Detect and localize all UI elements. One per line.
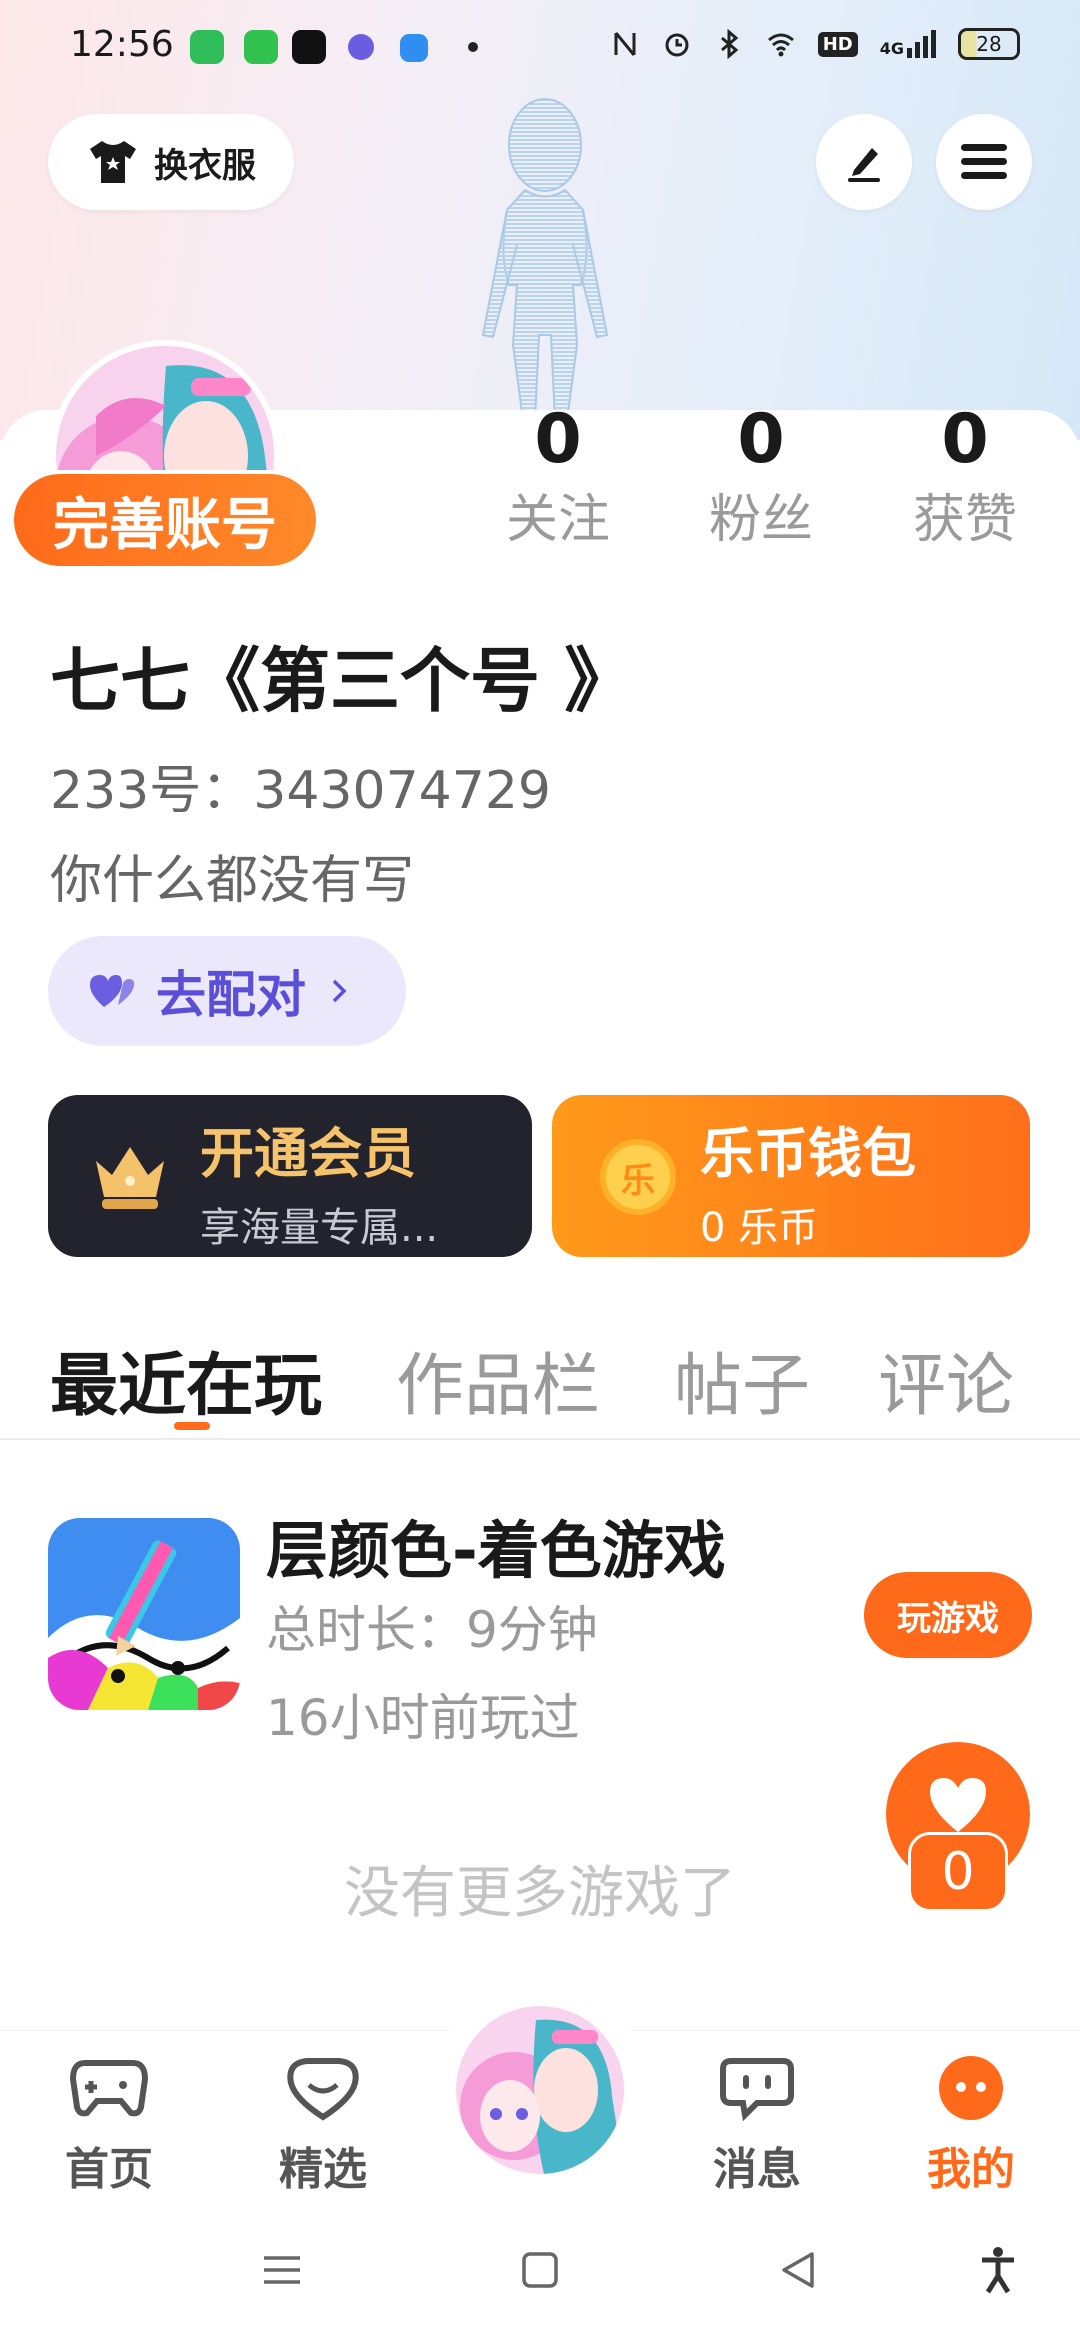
- profile-stats: 0 关注 0 粉丝 0 获赞: [0, 395, 1080, 575]
- wardrobe-button[interactable]: 换衣服: [48, 114, 294, 210]
- hearts-icon: [90, 975, 135, 1007]
- app-notification-icon: [348, 34, 374, 60]
- game-last-played: 16小时前玩过: [266, 1689, 580, 1747]
- center-avatar-button[interactable]: [456, 2006, 624, 2174]
- app-notification-icon: [400, 34, 428, 62]
- tshirt-icon: [90, 141, 136, 183]
- status-bar: 12:56 HD 4G 28: [0, 0, 1080, 96]
- wardrobe-label: 换衣服: [154, 145, 256, 186]
- menu-button[interactable]: [936, 114, 1032, 210]
- wifi-icon: [767, 33, 794, 57]
- nav-featured[interactable]: 精选: [258, 2055, 388, 2197]
- game-title[interactable]: 层颜色-着色游戏: [266, 1500, 726, 1590]
- status-icons: HD 4G 28: [610, 28, 1020, 60]
- recent-apps-icon[interactable]: [262, 2250, 302, 2290]
- floating-like-count: 0: [908, 1832, 1008, 1912]
- play-game-button[interactable]: 玩游戏: [864, 1572, 1032, 1658]
- heart-chat-icon: [287, 2058, 359, 2121]
- game-total-duration: 总时长：9分钟: [266, 1601, 598, 1659]
- followers-count: 0: [737, 400, 785, 479]
- battery-indicator: 28: [958, 28, 1020, 60]
- message-icon: [720, 2058, 794, 2122]
- vip-subtitle: 享海量专属...: [200, 1205, 439, 1251]
- hd-indicator: HD: [817, 31, 858, 57]
- accessibility-icon[interactable]: [978, 2246, 1018, 2294]
- wechat-notification-icon: [190, 30, 224, 64]
- avatar-3d-figure: [455, 95, 635, 425]
- game-icon[interactable]: [48, 1518, 240, 1710]
- chevron-right-icon: [332, 979, 347, 1003]
- tab-recently-played[interactable]: 最近在玩: [50, 1330, 322, 1429]
- tab-works[interactable]: 作品栏: [396, 1330, 600, 1429]
- user-id[interactable]: 233号：343074729: [50, 748, 551, 823]
- vip-title: 开通会员: [200, 1122, 416, 1185]
- match-button[interactable]: 去配对: [48, 936, 406, 1046]
- active-tab-indicator: [174, 1422, 210, 1430]
- followers-label: 粉丝: [708, 490, 813, 550]
- match-label: 去配对: [156, 966, 306, 1024]
- wallet-balance: 0 乐币: [700, 1205, 819, 1251]
- nickname: 七七《第三个号 》: [50, 640, 635, 722]
- app-notification-icon: [244, 30, 278, 64]
- bio: 你什么都没有写: [50, 851, 415, 911]
- followers-stat[interactable]: 0 粉丝: [686, 395, 836, 555]
- crown-icon: [96, 1147, 164, 1209]
- coin-wallet-card[interactable]: 乐 乐币钱包 0 乐币: [552, 1095, 1030, 1257]
- network-indicator: 4G: [880, 30, 936, 58]
- home-icon[interactable]: [520, 2250, 560, 2290]
- nav-profile-label: 我的: [927, 2144, 1015, 2195]
- more-notifications-icon: [468, 42, 478, 52]
- vip-membership-card[interactable]: 开通会员 享海量专属...: [48, 1095, 532, 1257]
- coin-icon: 乐: [600, 1139, 676, 1215]
- gamepad-icon: [69, 2060, 149, 2117]
- following-label: 关注: [505, 490, 610, 550]
- likes-count: 0: [941, 400, 989, 479]
- profile-face-icon: [939, 2056, 1003, 2120]
- edit-profile-button[interactable]: [816, 114, 912, 210]
- wallet-title: 乐币钱包: [700, 1122, 916, 1185]
- tab-comments[interactable]: 评论: [878, 1330, 1014, 1429]
- status-time: 12:56: [70, 24, 174, 65]
- alarm-icon: [665, 33, 689, 57]
- likes-stat[interactable]: 0 获赞: [890, 395, 1040, 555]
- tiktok-notification-icon: [292, 30, 326, 64]
- following-count: 0: [534, 400, 582, 479]
- system-navigation-bar: [0, 2210, 1080, 2340]
- hamburger-menu-icon: [961, 144, 1007, 179]
- bluetooth-icon: [720, 29, 739, 59]
- nav-messages-label: 消息: [713, 2144, 801, 2195]
- tab-posts[interactable]: 帖子: [674, 1330, 810, 1429]
- profile-tabs: 最近在玩 作品栏 帖子 评论: [0, 1320, 1080, 1440]
- following-stat[interactable]: 0 关注: [483, 395, 633, 555]
- nav-featured-label: 精选: [279, 2144, 367, 2195]
- nfc-icon: [614, 32, 636, 56]
- nav-messages[interactable]: 消息: [692, 2055, 822, 2197]
- likes-label: 获赞: [912, 490, 1017, 550]
- nav-home[interactable]: 首页: [44, 2055, 174, 2197]
- nav-profile[interactable]: 我的: [906, 2055, 1036, 2197]
- pen-icon: [848, 148, 880, 182]
- nav-home-label: 首页: [65, 2144, 153, 2195]
- back-icon[interactable]: [778, 2250, 818, 2290]
